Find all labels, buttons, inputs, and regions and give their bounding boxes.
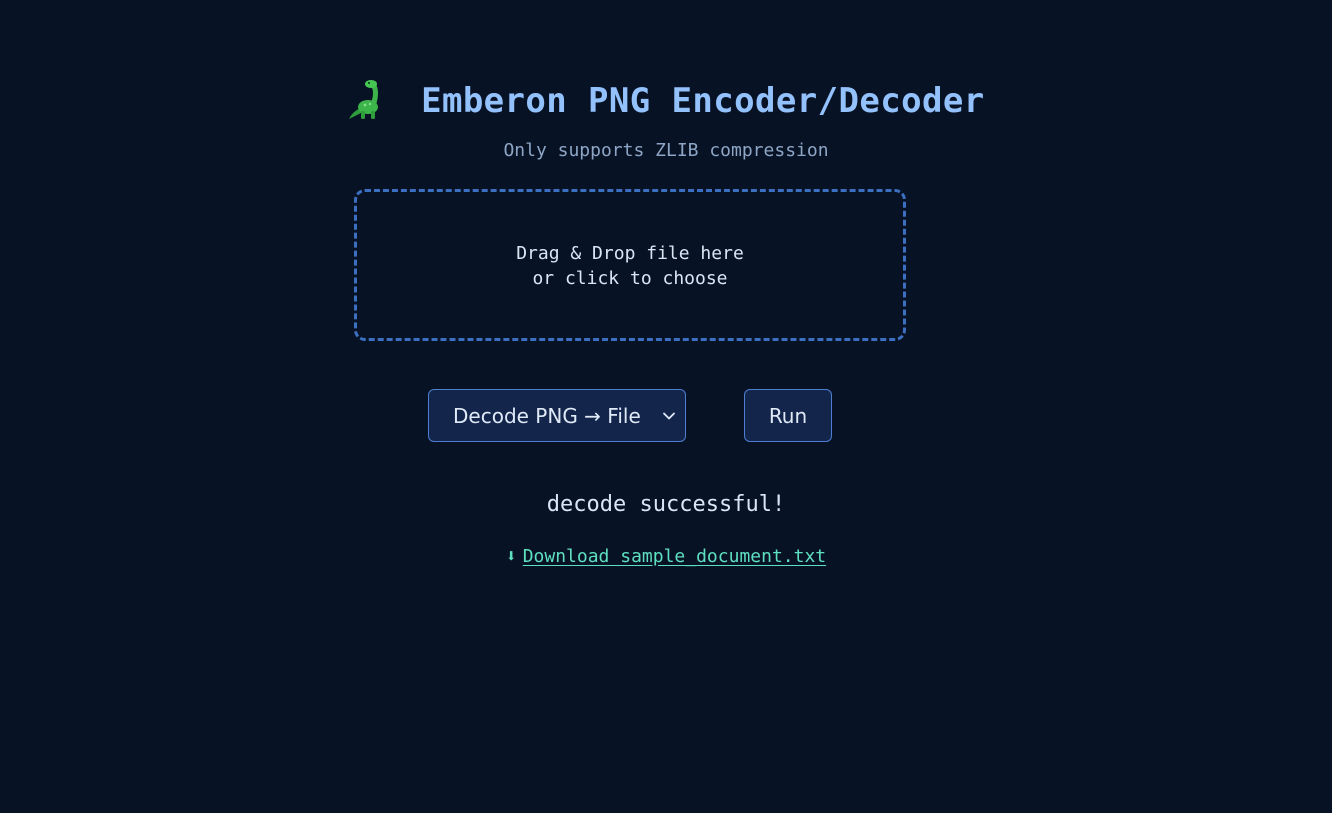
download-link[interactable]: ⬇ Download sample_document.txt [0,546,1332,567]
download-link-label: Download sample_document.txt [522,546,827,567]
subtitle: Only supports ZLIB compression [503,140,829,161]
mode-select[interactable]: Decode PNG → File [428,389,686,442]
run-button[interactable]: Run [744,389,832,442]
dropzone-secondary-text: or click to choose [532,268,728,289]
mode-select-value: Decode PNG → File [453,404,641,428]
page-title: Emberon PNG Encoder/Decoder [0,80,1332,126]
dropzone-primary-text: Drag & Drop file here [516,243,744,264]
file-dropzone[interactable]: Drag & Drop file here or click to choose [354,189,906,341]
dinosaur-icon [349,80,379,119]
download-arrow-icon: ⬇ [505,546,517,567]
status-message: decode successful! [546,492,786,517]
app-title: Emberon PNG Encoder/Decoder [421,81,985,121]
chevron-down-icon [663,412,675,420]
